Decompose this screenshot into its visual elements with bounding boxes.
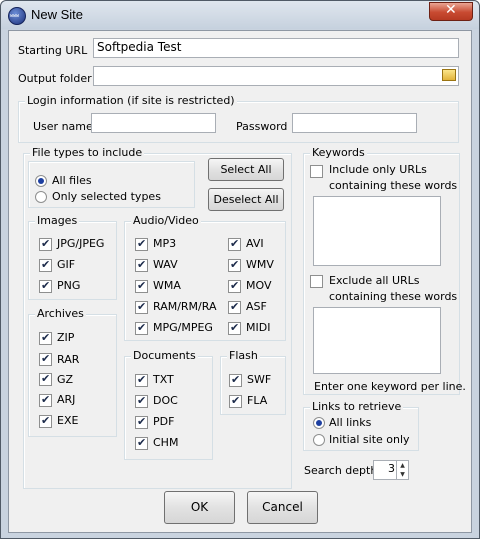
png-checkbox[interactable] — [39, 279, 52, 293]
arj-checkbox[interactable] — [39, 393, 52, 407]
jpg-checkbox[interactable] — [39, 237, 52, 251]
ram-checkbox[interactable] — [135, 300, 148, 314]
fla-checkbox[interactable] — [229, 394, 242, 408]
pdf-label: PDF — [153, 415, 175, 428]
chm-label: CHM — [153, 436, 179, 449]
only-selected-label: Only selected types — [52, 190, 161, 203]
gif-label: GIF — [57, 258, 76, 271]
window-title: New Site — [31, 7, 84, 22]
arj-label: ARJ — [57, 393, 76, 406]
zip-label: ZIP — [57, 331, 75, 344]
include-urls-label-1: Include only URLs — [329, 163, 427, 176]
png-label: PNG — [57, 279, 81, 292]
avi-label: AVI — [246, 237, 264, 250]
exclude-keywords-textarea[interactable] — [313, 307, 441, 374]
title-bar[interactable]: www New Site ✕ — [1, 1, 479, 29]
txt-checkbox[interactable] — [135, 373, 148, 387]
all-files-radio[interactable] — [35, 175, 47, 187]
documents-legend: Documents — [131, 349, 198, 362]
txt-label: TXT — [153, 373, 174, 386]
initial-site-label: Initial site only — [329, 433, 410, 446]
wma-checkbox[interactable] — [135, 279, 148, 293]
chm-checkbox[interactable] — [135, 436, 148, 450]
mpg-checkbox[interactable] — [135, 321, 148, 335]
jpg-label: JPG/JPEG — [57, 237, 105, 250]
wma-label: WMA — [153, 279, 181, 292]
swf-checkbox[interactable] — [229, 373, 242, 387]
links-legend: Links to retrieve — [310, 400, 404, 413]
username-input[interactable] — [91, 113, 216, 133]
all-links-radio[interactable] — [313, 417, 325, 429]
audio-video-legend: Audio/Video — [131, 214, 201, 227]
all-links-label: All links — [329, 416, 372, 429]
wav-label: WAV — [153, 258, 178, 271]
mpg-label: MPG/MPEG — [153, 321, 213, 334]
select-all-button[interactable]: Select All — [208, 158, 284, 181]
password-input[interactable] — [292, 113, 417, 133]
keywords-legend: Keywords — [310, 146, 367, 159]
midi-checkbox[interactable] — [228, 321, 241, 335]
ok-button[interactable]: OK — [164, 491, 235, 524]
exclude-urls-label-1: Exclude all URLs — [329, 274, 420, 287]
gz-checkbox[interactable] — [39, 372, 52, 386]
include-keywords-textarea[interactable] — [313, 196, 441, 266]
doc-checkbox[interactable] — [135, 394, 148, 408]
zip-checkbox[interactable] — [39, 331, 52, 345]
asf-checkbox[interactable] — [228, 300, 241, 314]
gz-label: GZ — [57, 373, 74, 386]
midi-label: MIDI — [246, 321, 271, 334]
fla-label: FLA — [247, 394, 268, 407]
close-button[interactable]: ✕ — [429, 2, 473, 21]
archives-legend: Archives — [35, 307, 86, 320]
starting-url-label: Starting URL — [18, 44, 88, 57]
swf-label: SWF — [247, 373, 272, 386]
avi-checkbox[interactable] — [228, 237, 241, 251]
mp3-label: MP3 — [153, 237, 177, 250]
flash-legend: Flash — [227, 349, 260, 362]
rar-label: RAR — [57, 353, 80, 366]
exe-label: EXE — [57, 414, 79, 427]
asf-label: ASF — [246, 300, 267, 313]
login-legend: Login information (if site is restricted… — [25, 94, 237, 107]
cancel-button[interactable]: Cancel — [247, 491, 318, 524]
chevron-down-icon[interactable]: ▼ — [396, 470, 408, 479]
exclude-urls-label-2: containing these words — [329, 290, 458, 303]
wmv-label: WMV — [246, 258, 274, 271]
dialog-window: www New Site ✕ Starting URL Softpedia Te… — [0, 0, 480, 539]
initial-site-radio[interactable] — [313, 434, 325, 446]
all-files-label: All files — [52, 174, 92, 187]
username-label: User name — [33, 120, 93, 133]
wmv-checkbox[interactable] — [228, 258, 241, 272]
include-urls-checkbox[interactable] — [310, 165, 323, 178]
output-folder-label: Output folder — [18, 72, 92, 85]
search-depth-label: Search depth — [304, 464, 378, 477]
file-types-legend: File types to include — [30, 146, 145, 159]
wav-checkbox[interactable] — [135, 258, 148, 272]
deselect-all-button[interactable]: Deselect All — [208, 188, 284, 211]
pdf-checkbox[interactable] — [135, 415, 148, 429]
exclude-urls-checkbox[interactable] — [310, 275, 323, 288]
keyword-hint: Enter one keyword per line. — [314, 380, 466, 393]
close-icon: ✕ — [445, 2, 457, 18]
images-legend: Images — [35, 214, 80, 227]
folder-icon[interactable] — [442, 69, 456, 81]
rar-checkbox[interactable] — [39, 352, 52, 366]
mov-label: MOV — [246, 279, 272, 292]
mp3-checkbox[interactable] — [135, 237, 148, 251]
starting-url-input[interactable]: Softpedia Test — [93, 38, 459, 58]
ram-label: RAM/RM/RA — [153, 300, 217, 313]
app-icon: www — [8, 7, 26, 25]
gif-checkbox[interactable] — [39, 258, 52, 272]
mov-checkbox[interactable] — [228, 279, 241, 293]
only-selected-radio[interactable] — [35, 191, 47, 203]
exe-checkbox[interactable] — [39, 414, 52, 428]
chevron-up-icon[interactable]: ▲ — [396, 461, 408, 470]
include-urls-label-2: containing these words — [329, 179, 458, 192]
doc-label: DOC — [153, 394, 178, 407]
output-folder-input[interactable] — [93, 66, 459, 86]
password-label: Password — [236, 120, 288, 133]
dialog-client: Starting URL Softpedia Test Output folde… — [8, 30, 472, 533]
